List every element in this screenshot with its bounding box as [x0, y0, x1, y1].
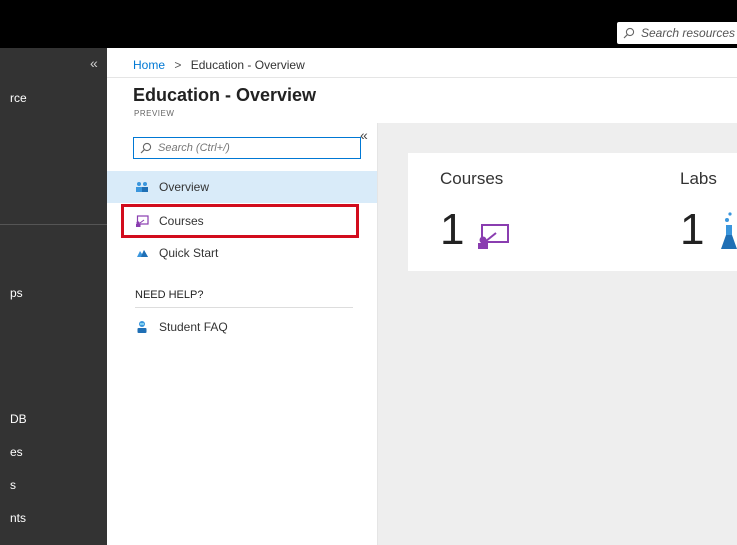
nav-item-5[interactable]: s	[10, 478, 117, 492]
nav-collapse-button[interactable]: «	[90, 55, 98, 71]
search-icon	[623, 27, 635, 39]
courses-highlight-box	[121, 204, 359, 238]
menu-item-label: Quick Start	[159, 246, 219, 260]
breadcrumb-separator: >	[174, 58, 182, 72]
nav-item-2[interactable]: ps	[10, 286, 117, 300]
overview-content: Courses 1 Labs 1	[378, 123, 737, 545]
menu-item-label: Student FAQ	[159, 320, 228, 334]
nav-divider	[0, 224, 107, 225]
page-title: Education - Overview	[133, 85, 317, 105]
search-icon	[140, 142, 152, 154]
help-section-heading: NEED HELP?	[135, 289, 204, 301]
nav-item-1[interactable]: rce	[10, 91, 117, 105]
resource-menu: Search (Ctrl+/) « Overview Courses Quick…	[107, 123, 378, 545]
flask-icon	[721, 212, 737, 249]
global-search-box[interactable]: Search resources	[617, 22, 737, 44]
cloud-icon	[137, 250, 148, 257]
menu-item-student-faq[interactable]: Student FAQ	[121, 311, 377, 343]
top-bar: Search resources	[0, 0, 737, 48]
menu-item-label: Overview	[159, 180, 210, 194]
breadcrumb: Home > Education - Overview	[133, 58, 305, 72]
classroom-icon	[478, 224, 509, 249]
student-icon	[137, 321, 147, 333]
page-subtitle: PREVIEW	[134, 109, 175, 118]
page-header: Education - Overview PREVIEW	[107, 77, 737, 125]
courses-tile-label[interactable]: Courses	[440, 169, 503, 189]
help-section-divider	[135, 307, 353, 308]
nav-item-3[interactable]: DB	[10, 412, 117, 426]
labs-tile-label[interactable]: Labs	[680, 169, 717, 189]
labs-tile-count[interactable]: 1	[680, 208, 704, 252]
menu-search-placeholder: Search (Ctrl+/)	[158, 142, 230, 154]
people-icon	[136, 182, 148, 192]
nav-item-6[interactable]: nts	[10, 511, 117, 525]
courses-tile-count[interactable]: 1	[440, 208, 464, 252]
menu-collapse-button[interactable]: «	[360, 127, 368, 143]
breadcrumb-home-link[interactable]: Home	[133, 58, 165, 72]
summary-card: Courses 1 Labs 1	[408, 153, 737, 271]
menu-search-input[interactable]: Search (Ctrl+/)	[133, 137, 361, 159]
breadcrumb-current: Education - Overview	[190, 58, 305, 72]
left-nav: « rce ps DB es s nts	[0, 48, 107, 545]
menu-item-overview[interactable]: Overview	[107, 171, 377, 203]
global-search-placeholder: Search resources	[641, 26, 736, 40]
nav-item-4[interactable]: es	[10, 445, 117, 459]
menu-item-quick-start[interactable]: Quick Start	[121, 237, 377, 269]
